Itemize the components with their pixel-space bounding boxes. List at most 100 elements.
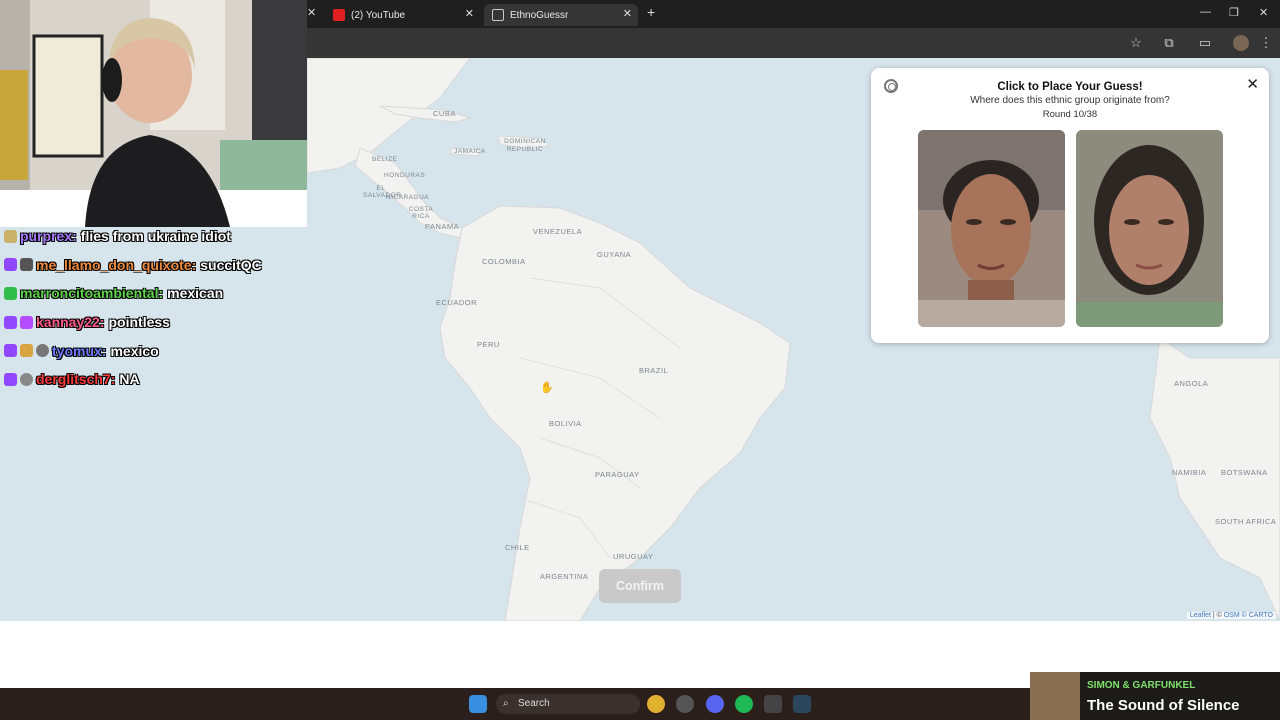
chat-text: NA <box>119 371 140 388</box>
confirm-button[interactable]: Confirm <box>599 569 681 603</box>
more-menu-icon[interactable]: ⋮ <box>1258 35 1274 51</box>
chat-username: purprex: <box>20 228 77 245</box>
map-label: GUYANA <box>597 250 632 259</box>
screen: ✕ (2) YouTube ✕ EthnoGuessr ✕ + — ❐ ✕ ☆ … <box>0 0 1280 720</box>
minimize-icon[interactable]: — <box>1200 6 1211 18</box>
window-close-icon[interactable]: ✕ <box>1259 6 1268 19</box>
map-label: COLOMBIA <box>482 257 526 266</box>
map-label: ECUADOR <box>436 298 478 307</box>
map-label: SOUTH AFRICA <box>1215 517 1277 526</box>
discord-icon[interactable] <box>706 695 724 713</box>
chat-username: kannay22: <box>36 314 105 331</box>
stream-chat: purprex: flies from ukraine idiot me_lla… <box>4 222 307 394</box>
chat-message: marroncitoambiental: mexican <box>4 279 307 308</box>
emote-badge-icon <box>20 344 33 358</box>
tab-close-icon[interactable]: ✕ <box>307 6 316 19</box>
twitch-badge-icon <box>4 315 17 329</box>
map-label: HONDURAS <box>384 172 426 179</box>
muted-badge-icon <box>20 258 33 272</box>
guess-panel: ✕ Click to Place Your Guess! Where does … <box>871 68 1269 343</box>
chat-username: me_llamo_don_quixote: <box>36 256 197 273</box>
map-label: PERU <box>477 340 500 349</box>
profile-avatar-icon[interactable] <box>1233 35 1249 51</box>
face-drawing <box>918 130 1065 327</box>
map-label: NAMIBIA <box>1172 468 1207 477</box>
map-attribution: Leaflet | © OSM © CARTO <box>1186 612 1276 619</box>
app-icon[interactable] <box>676 695 694 713</box>
now-playing-artist: SIMON & GARFUNKEL <box>1087 680 1196 691</box>
chat-text: mexico <box>110 342 159 359</box>
chat-username: tyomux: <box>52 342 107 359</box>
round-counter: Round 10/38 <box>1042 109 1098 120</box>
map-label: PARAGUAY <box>595 470 640 479</box>
windows-start-icon[interactable] <box>469 695 487 713</box>
attribution-separator: | © <box>1210 612 1224 619</box>
map-label: BELIZE <box>372 156 398 163</box>
chat-badge-icon <box>4 229 17 243</box>
chat-text: flies from ukraine idiot <box>80 228 231 245</box>
webcam-overlay <box>0 0 307 227</box>
male-face-image <box>918 130 1065 327</box>
twitch-badge-icon <box>4 372 17 386</box>
map-label: CUBA <box>433 109 456 118</box>
map-label: ARGENTINA <box>540 572 589 581</box>
now-playing-song: The Sound of Silence <box>1087 697 1240 714</box>
osm-link[interactable]: OSM <box>1224 612 1240 619</box>
chat-message: derglitsch7: NA <box>4 365 307 394</box>
app-icon[interactable] <box>764 695 782 713</box>
map-label: BOLIVIA <box>549 419 582 428</box>
leaflet-link[interactable]: Leaflet <box>1190 612 1211 619</box>
avatar-badge-icon <box>20 372 33 386</box>
map-label: COSTA RICA <box>408 206 434 220</box>
now-playing-widget: SIMON & GARFUNKEL The Sound of Silence <box>1030 672 1280 720</box>
avatar-badge-icon <box>36 344 49 358</box>
chat-text: succitQC <box>200 256 262 273</box>
map-label: VENEZUELA <box>533 227 583 236</box>
album-art <box>1030 672 1080 720</box>
chat-username: derglitsch7: <box>36 371 116 388</box>
chat-message: kannay22: pointless <box>4 308 307 337</box>
map-label: DOMINICAN REPUBLIC <box>504 138 546 153</box>
panel-title: Click to Place Your Guess! <box>997 81 1143 93</box>
chat-username: marroncitoambiental: <box>20 285 164 302</box>
taskbar-search-label: Search <box>518 698 550 709</box>
steam-icon[interactable] <box>793 695 811 713</box>
chat-message: tyomux: mexico <box>4 336 307 365</box>
hand-cursor-icon: ✋ <box>540 382 554 394</box>
twitch-badge-icon <box>4 258 17 272</box>
chat-message: me_llamo_don_quixote: succitQC <box>4 251 307 280</box>
spotify-icon[interactable] <box>735 695 753 713</box>
map-label: BRAZIL <box>639 366 669 375</box>
tab-close-icon[interactable]: ✕ <box>465 7 474 20</box>
sub-badge-icon <box>20 315 33 329</box>
new-tab-button[interactable]: + <box>647 4 655 20</box>
carto-link[interactable]: © CARTO <box>1242 612 1273 619</box>
ethnoguessr-favicon-icon <box>492 9 504 21</box>
youtube-icon <box>333 9 345 21</box>
chat-message: purprex: flies from ukraine idiot <box>4 222 307 251</box>
map-label: CHILE <box>505 543 530 552</box>
map-label: JAMAICA <box>454 148 486 155</box>
webcam-scene <box>0 0 307 227</box>
taskbar-search[interactable]: ⌕ Search <box>496 694 640 714</box>
chat-text: mexican <box>167 285 224 302</box>
restore-icon[interactable]: ❐ <box>1229 6 1239 19</box>
tab-label: EthnoGuessr <box>510 9 569 21</box>
star-icon[interactable]: ☆ <box>1128 35 1144 51</box>
map-label: URUGUAY <box>613 552 654 561</box>
tab-ethnoguessr[interactable]: EthnoGuessr ✕ <box>484 4 638 26</box>
chat-text: pointless <box>108 314 170 331</box>
tab-youtube[interactable]: (2) YouTube ✕ <box>325 4 480 26</box>
map-label: BOTSWANA <box>1221 468 1268 477</box>
map-label: PANAMA <box>425 222 460 231</box>
tab-close-icon[interactable]: ✕ <box>623 7 632 20</box>
chrome-icon[interactable] <box>647 695 665 713</box>
cast-icon[interactable]: ▭ <box>1197 35 1213 51</box>
extensions-icon[interactable]: ⧉ <box>1161 35 1177 51</box>
tab-label: (2) YouTube <box>351 9 406 21</box>
map-label: NICARAGUA <box>386 194 430 201</box>
female-face-image <box>1076 130 1223 327</box>
face-drawing <box>1076 130 1223 327</box>
panel-subtitle: Where does this ethnic group originate f… <box>970 95 1170 106</box>
twitch-badge-icon <box>4 344 17 358</box>
